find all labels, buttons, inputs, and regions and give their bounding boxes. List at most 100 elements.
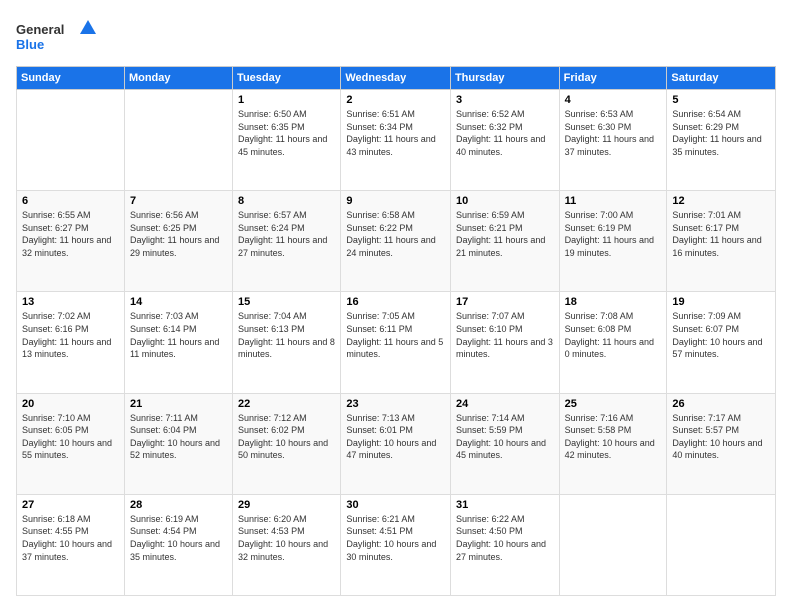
calendar-cell: 8 Sunrise: 6:57 AM Sunset: 6:24 PM Daylig… [233, 191, 341, 292]
day-number: 12 [672, 195, 770, 207]
day-info: Sunrise: 6:20 AM Sunset: 4:53 PM Dayligh… [238, 513, 335, 563]
day-info: Sunrise: 6:56 AM Sunset: 6:25 PM Dayligh… [130, 209, 227, 259]
day-number: 26 [672, 398, 770, 410]
calendar-table: SundayMondayTuesdayWednesdayThursdayFrid… [16, 66, 776, 596]
calendar-cell: 17 Sunrise: 7:07 AM Sunset: 6:10 PM Dayli… [450, 292, 559, 393]
day-number: 18 [565, 296, 662, 308]
day-number: 20 [22, 398, 119, 410]
day-number: 11 [565, 195, 662, 207]
col-header-saturday: Saturday [667, 67, 776, 90]
day-info: Sunrise: 6:52 AM Sunset: 6:32 PM Dayligh… [456, 108, 554, 158]
day-info: Sunrise: 6:54 AM Sunset: 6:29 PM Dayligh… [672, 108, 770, 158]
day-number: 17 [456, 296, 554, 308]
calendar-cell: 12 Sunrise: 7:01 AM Sunset: 6:17 PM Dayli… [667, 191, 776, 292]
calendar-cell [17, 90, 125, 191]
day-number: 24 [456, 398, 554, 410]
day-number: 27 [22, 499, 119, 511]
calendar-cell: 20Sunrise: 7:10 AM Sunset: 6:05 PM Dayli… [17, 393, 125, 494]
day-info: Sunrise: 6:51 AM Sunset: 6:34 PM Dayligh… [346, 108, 445, 158]
day-info: Sunrise: 6:57 AM Sunset: 6:24 PM Dayligh… [238, 209, 335, 259]
calendar-week-2: 6 Sunrise: 6:55 AM Sunset: 6:27 PM Daylig… [17, 191, 776, 292]
calendar-week-4: 20Sunrise: 7:10 AM Sunset: 6:05 PM Dayli… [17, 393, 776, 494]
calendar-cell: 18 Sunrise: 7:08 AM Sunset: 6:08 PM Dayli… [559, 292, 667, 393]
logo: General Blue [16, 16, 96, 56]
day-number: 30 [346, 499, 445, 511]
calendar-week-1: 1Sunrise: 6:50 AM Sunset: 6:35 PM Daylig… [17, 90, 776, 191]
calendar-cell: 27 Sunrise: 6:18 AM Sunset: 4:55 PM Dayli… [17, 494, 125, 595]
day-number: 28 [130, 499, 227, 511]
calendar-cell: 1Sunrise: 6:50 AM Sunset: 6:35 PM Daylig… [233, 90, 341, 191]
day-info: Sunrise: 7:05 AM Sunset: 6:11 PM Dayligh… [346, 310, 445, 360]
col-header-thursday: Thursday [450, 67, 559, 90]
day-number: 14 [130, 296, 227, 308]
day-number: 5 [672, 94, 770, 106]
calendar-cell: 28 Sunrise: 6:19 AM Sunset: 4:54 PM Dayli… [124, 494, 232, 595]
day-number: 7 [130, 195, 227, 207]
logo-svg: General Blue [16, 16, 96, 56]
day-info: Sunrise: 7:14 AM Sunset: 5:59 PM Dayligh… [456, 412, 554, 462]
calendar-cell: 9 Sunrise: 6:58 AM Sunset: 6:22 PM Daylig… [341, 191, 451, 292]
day-info: Sunrise: 7:01 AM Sunset: 6:17 PM Dayligh… [672, 209, 770, 259]
day-number: 3 [456, 94, 554, 106]
day-info: Sunrise: 7:09 AM Sunset: 6:07 PM Dayligh… [672, 310, 770, 360]
calendar-week-5: 27 Sunrise: 6:18 AM Sunset: 4:55 PM Dayli… [17, 494, 776, 595]
day-number: 10 [456, 195, 554, 207]
calendar-cell: 29 Sunrise: 6:20 AM Sunset: 4:53 PM Dayli… [233, 494, 341, 595]
day-number: 23 [346, 398, 445, 410]
day-info: Sunrise: 6:21 AM Sunset: 4:51 PM Dayligh… [346, 513, 445, 563]
day-info: Sunrise: 6:22 AM Sunset: 4:50 PM Dayligh… [456, 513, 554, 563]
calendar-cell: 22Sunrise: 7:12 AM Sunset: 6:02 PM Dayli… [233, 393, 341, 494]
day-number: 9 [346, 195, 445, 207]
day-info: Sunrise: 7:17 AM Sunset: 5:57 PM Dayligh… [672, 412, 770, 462]
day-info: Sunrise: 7:08 AM Sunset: 6:08 PM Dayligh… [565, 310, 662, 360]
day-info: Sunrise: 6:59 AM Sunset: 6:21 PM Dayligh… [456, 209, 554, 259]
calendar-cell: 2 Sunrise: 6:51 AM Sunset: 6:34 PM Daylig… [341, 90, 451, 191]
day-number: 21 [130, 398, 227, 410]
day-info: Sunrise: 7:02 AM Sunset: 6:16 PM Dayligh… [22, 310, 119, 360]
day-info: Sunrise: 7:13 AM Sunset: 6:01 PM Dayligh… [346, 412, 445, 462]
day-number: 13 [22, 296, 119, 308]
day-number: 8 [238, 195, 335, 207]
day-number: 29 [238, 499, 335, 511]
day-info: Sunrise: 6:55 AM Sunset: 6:27 PM Dayligh… [22, 209, 119, 259]
calendar-cell: 13 Sunrise: 7:02 AM Sunset: 6:16 PM Dayli… [17, 292, 125, 393]
day-info: Sunrise: 6:50 AM Sunset: 6:35 PM Dayligh… [238, 108, 335, 158]
header: General Blue [16, 16, 776, 56]
day-number: 2 [346, 94, 445, 106]
calendar-cell [559, 494, 667, 595]
day-info: Sunrise: 7:07 AM Sunset: 6:10 PM Dayligh… [456, 310, 554, 360]
day-info: Sunrise: 6:58 AM Sunset: 6:22 PM Dayligh… [346, 209, 445, 259]
day-number: 19 [672, 296, 770, 308]
day-number: 4 [565, 94, 662, 106]
day-number: 6 [22, 195, 119, 207]
calendar-cell: 16 Sunrise: 7:05 AM Sunset: 6:11 PM Dayli… [341, 292, 451, 393]
col-header-sunday: Sunday [17, 67, 125, 90]
calendar-cell: 5 Sunrise: 6:54 AM Sunset: 6:29 PM Daylig… [667, 90, 776, 191]
calendar-cell: 6 Sunrise: 6:55 AM Sunset: 6:27 PM Daylig… [17, 191, 125, 292]
day-info: Sunrise: 6:18 AM Sunset: 4:55 PM Dayligh… [22, 513, 119, 563]
day-info: Sunrise: 7:11 AM Sunset: 6:04 PM Dayligh… [130, 412, 227, 462]
calendar-cell: 7 Sunrise: 6:56 AM Sunset: 6:25 PM Daylig… [124, 191, 232, 292]
calendar-cell: 19 Sunrise: 7:09 AM Sunset: 6:07 PM Dayli… [667, 292, 776, 393]
day-info: Sunrise: 7:16 AM Sunset: 5:58 PM Dayligh… [565, 412, 662, 462]
calendar-cell: 10 Sunrise: 6:59 AM Sunset: 6:21 PM Dayli… [450, 191, 559, 292]
page: General Blue SundayMondayTuesdayWednesda… [0, 0, 792, 612]
day-info: Sunrise: 7:12 AM Sunset: 6:02 PM Dayligh… [238, 412, 335, 462]
day-info: Sunrise: 6:19 AM Sunset: 4:54 PM Dayligh… [130, 513, 227, 563]
col-header-tuesday: Tuesday [233, 67, 341, 90]
col-header-friday: Friday [559, 67, 667, 90]
calendar-header-row: SundayMondayTuesdayWednesdayThursdayFrid… [17, 67, 776, 90]
day-number: 25 [565, 398, 662, 410]
col-header-wednesday: Wednesday [341, 67, 451, 90]
calendar-cell: 30 Sunrise: 6:21 AM Sunset: 4:51 PM Dayli… [341, 494, 451, 595]
svg-text:General: General [16, 22, 64, 37]
calendar-cell: 23 Sunrise: 7:13 AM Sunset: 6:01 PM Dayli… [341, 393, 451, 494]
day-info: Sunrise: 7:03 AM Sunset: 6:14 PM Dayligh… [130, 310, 227, 360]
calendar-cell: 3 Sunrise: 6:52 AM Sunset: 6:32 PM Daylig… [450, 90, 559, 191]
calendar-week-3: 13 Sunrise: 7:02 AM Sunset: 6:16 PM Dayli… [17, 292, 776, 393]
day-number: 16 [346, 296, 445, 308]
day-number: 31 [456, 499, 554, 511]
calendar-cell [667, 494, 776, 595]
calendar-cell: 24 Sunrise: 7:14 AM Sunset: 5:59 PM Dayli… [450, 393, 559, 494]
day-info: Sunrise: 7:00 AM Sunset: 6:19 PM Dayligh… [565, 209, 662, 259]
